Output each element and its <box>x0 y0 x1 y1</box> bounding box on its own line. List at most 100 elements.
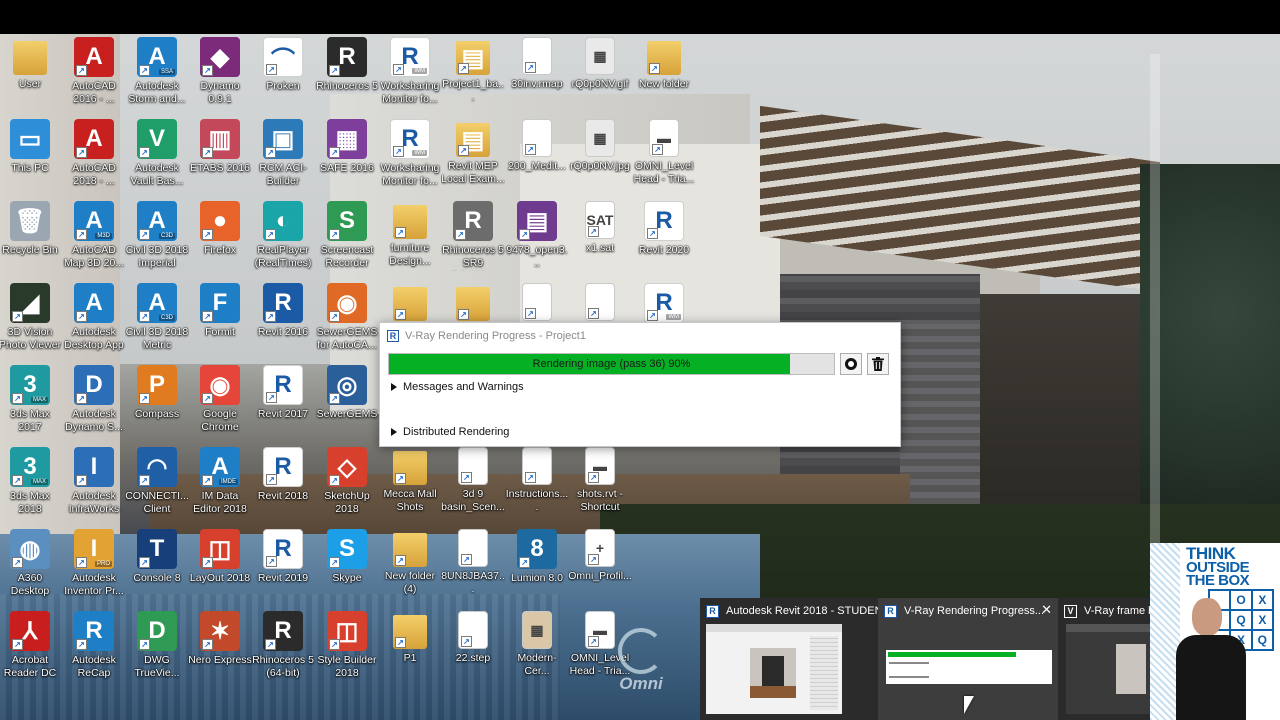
desktop-icon[interactable]: R ↗ Revit 2017 <box>251 365 315 447</box>
revit-app-icon: R <box>387 330 399 342</box>
preview-vray-frame-buffer[interactable]: V V-Ray frame b <box>1058 598 1150 720</box>
desktop-icon[interactable]: + ↗ Omni_Profil... <box>568 529 632 611</box>
desktop-icon[interactable]: ↗ 30inv.rmap <box>505 37 569 119</box>
distributed-rendering-toggle[interactable]: Distributed Rendering <box>391 426 509 438</box>
desktop-icon[interactable]: R ↗ Revit 2018 <box>251 447 315 529</box>
desktop-icon[interactable]: ↗ Instructions.... <box>505 447 569 529</box>
desktop-icon[interactable]: ▤ ↗ 9478_open3... <box>505 201 569 283</box>
shortcut-arrow-icon: ↗ <box>329 393 340 404</box>
desktop-icon[interactable]: A ↗ Autodesk Desktop App <box>62 283 126 365</box>
desktop-icon[interactable]: ▤ ↗ Revit MEP Local Exam... <box>441 119 505 201</box>
desktop-icon[interactable]: ▤ ↗ Project1_ba... <box>441 37 505 119</box>
preview-revit[interactable]: R Autodesk Revit 2018 - STUDEN... <box>700 598 878 720</box>
desktop-icon[interactable]: A ↗ AutoCAD 2016 - ... <box>62 37 126 119</box>
desktop-icon[interactable]: R↗ Rhinoceros 5 SR9 5.9.406... <box>441 201 505 283</box>
desktop-icon[interactable]: A C3D ↗ Civil 3D 2018 Imperial <box>125 201 189 283</box>
desktop-icon[interactable]: ↗ 22.step <box>441 611 505 693</box>
desktop-icon[interactable]: ◇ ↗ SketchUp 2018 <box>315 447 379 529</box>
desktop-icon[interactable]: 8 ↗ Lumion 8.0 <box>505 529 569 611</box>
messages-warnings-toggle[interactable]: Messages and Warnings <box>391 381 524 393</box>
desktop-icon-label: 9478_open3... <box>506 244 568 269</box>
desktop-icon-label: Revit 2018 <box>257 490 309 502</box>
desktop-icon[interactable]: ● ↗ Firefox <box>188 201 252 283</box>
delete-render-button[interactable] <box>867 353 889 375</box>
desktop-icon[interactable]: ↗ 200_Medit... <box>505 119 569 201</box>
desktop-icon[interactable]: ◠ ↗ CONNECTI... Client <box>125 447 189 529</box>
desktop-icon[interactable]: ▥ ↗ ETABS 2016 <box>188 119 252 201</box>
shortcut-arrow-icon: ↗ <box>458 309 469 320</box>
desktop-icon[interactable]: ▦ rQ0p0NV.gif <box>568 37 632 119</box>
desktop-icon[interactable]: R WM ↗ Worksharing Monitor fo... <box>378 119 442 201</box>
desktop-icon[interactable]: A IMDE ↗ IM Data Editor 2018 <box>188 447 252 529</box>
desktop-icon[interactable]: ▣ ↗ RCM ACI-Builder <box>251 119 315 201</box>
desktop-icon[interactable]: R ↗ Rhinoceros 5 (64-bit) <box>251 611 315 693</box>
desktop-icon[interactable]: ↗ 8UN8JBA37... <box>441 529 505 611</box>
desktop-icon[interactable]: D ↗ DWG TrueVie... <box>125 611 189 693</box>
shortcut-arrow-icon: ↗ <box>202 475 213 486</box>
desktop-icon[interactable]: F ↗ Formit <box>188 283 252 365</box>
shortcut-arrow-icon: ↗ <box>588 472 599 483</box>
desktop-icon[interactable]: A ↗ AutoCAD 2018 - ... <box>62 119 126 201</box>
desktop-icon[interactable]: T ↗ Console 8 <box>125 529 189 611</box>
messages-warnings-label: Messages and Warnings <box>403 381 524 393</box>
desktop-icon[interactable]: ◆ ↗ Dynamo 0.9.1 <box>188 37 252 119</box>
desktop-icon[interactable]: R ↗ Revit 2019 <box>251 529 315 611</box>
desktop-icon[interactable]: ▦ rQ0p0NV.jpg <box>568 119 632 201</box>
desktop-icon[interactable]: ◍ ↗ A360 Desktop <box>0 529 62 611</box>
desktop-icon[interactable]: D ↗ Autodesk Dynamo S... <box>62 365 126 447</box>
desktop-icon[interactable]: I PRO ↗ Autodesk Inventor Pr... <box>62 529 126 611</box>
desktop-icon[interactable]: SAT ↗ x1.sat <box>568 201 632 283</box>
desktop-icon[interactable]: R ↗ Rhinoceros 5 <box>315 37 379 119</box>
desktop-icon[interactable]: S ↗ Screencast Recorder <box>315 201 379 283</box>
stop-render-button[interactable] <box>840 353 862 375</box>
desktop-icon[interactable]: ↗ Mecca Mall Shots <box>378 447 442 529</box>
desktop-icon[interactable]: ↗ New folder <box>632 37 696 119</box>
desktop-icon[interactable]: R WM ↗ Worksharing Monitor fo... <box>378 37 442 119</box>
autocad-map-icon: A M3D ↗ <box>74 201 114 241</box>
vray-titlebar[interactable]: R V-Ray Rendering Progress - Project1 <box>380 323 900 349</box>
desktop-icon[interactable]: R ↗ Autodesk ReCap <box>62 611 126 693</box>
desktop-icon[interactable]: ◐ ↗ RealPlayer (RealTimes) <box>251 201 315 283</box>
desktop-icon[interactable]: ▬ ↗ shots.rvt - Shortcut <box>568 447 632 529</box>
close-preview-icon[interactable]: ✕ <box>1041 603 1052 618</box>
desktop-icon[interactable]: ↗ P1 <box>378 611 442 693</box>
desktop-icon[interactable]: R ↗ Revit 2020 <box>632 201 696 283</box>
shortcut-arrow-icon: ↗ <box>202 639 213 650</box>
desktop-icon[interactable]: ↗ New folder (4) <box>378 529 442 611</box>
desktop-icon[interactable]: P ↗ Compass <box>125 365 189 447</box>
desktop-icon[interactable]: V ↗ Autodesk Vault Bas... <box>125 119 189 201</box>
desktop-icon[interactable]: A C3D ↗ Civil 3D 2018 Metric <box>125 283 189 365</box>
shortcut-arrow-icon: ↗ <box>519 229 530 240</box>
desktop-icon[interactable]: User <box>0 37 62 119</box>
shortcut-arrow-icon: ↗ <box>329 311 340 322</box>
desktop-icon[interactable]: ↗ furniture Design... <box>378 201 442 283</box>
desktop-icon[interactable]: ◉ ↗ SewerGEMS for AutoCA... <box>315 283 379 365</box>
family-file-icon: + ↗ <box>585 529 615 567</box>
desktop-icon[interactable]: ▦ ↗ SAFE 2016 <box>315 119 379 201</box>
desktop-icon[interactable]: ↗ 3d 9 basin_Scen... <box>441 447 505 529</box>
desktop-icon[interactable]: 🗑 Recycle Bin <box>0 201 62 283</box>
desktop-icon[interactable]: A M3D ↗ AutoCAD Map 3D 20... <box>62 201 126 283</box>
desktop-icon[interactable]: ⌒ ↗ Proken <box>251 37 315 119</box>
vray-progress-dialog[interactable]: R V-Ray Rendering Progress - Project1 Re… <box>379 322 901 447</box>
preview-vfb-thumbnail <box>1066 624 1150 714</box>
grid-cell: Q <box>1251 630 1273 650</box>
desktop-icon[interactable]: ⅄ ↗ Acrobat Reader DC <box>0 611 62 693</box>
desktop-icon-label: New folder (4) <box>384 570 436 595</box>
desktop-icon-label: 3D Vision Photo Viewer <box>0 326 62 351</box>
desktop-icon[interactable]: S ↗ Skype <box>315 529 379 611</box>
desktop-icon[interactable]: ▬ ↗ OMNI_Level Head - Tria... <box>632 119 696 201</box>
desktop-icon[interactable]: ◎ ↗ SewerGEMS <box>315 365 379 447</box>
desktop-icon[interactable]: ◉ ↗ Google Chrome <box>188 365 252 447</box>
desktop-icon[interactable]: ▦ Modern-Cer... <box>505 611 569 693</box>
desktop-icon[interactable]: ✶ ↗ Nero Express <box>188 611 252 693</box>
desktop-icon[interactable]: ▭ This PC <box>0 119 62 201</box>
desktop-icon[interactable]: I ↗ Autodesk InfraWorks <box>62 447 126 529</box>
desktop-icon[interactable]: 3 MAX ↗ 3ds Max 2018 <box>0 447 62 529</box>
desktop-icon[interactable]: 3 MAX ↗ 3ds Max 2017 <box>0 365 62 447</box>
desktop-icon[interactable]: ◫ ↗ LayOut 2018 <box>188 529 252 611</box>
desktop-icon[interactable]: ◫ ↗ Style Builder 2018 <box>315 611 379 693</box>
desktop-icon[interactable]: ◢ ↗ 3D Vision Photo Viewer <box>0 283 62 365</box>
desktop-icon[interactable]: A SSA ↗ Autodesk Storm and... <box>125 37 189 119</box>
desktop-icon[interactable]: R ↗ Revit 2016 <box>251 283 315 365</box>
